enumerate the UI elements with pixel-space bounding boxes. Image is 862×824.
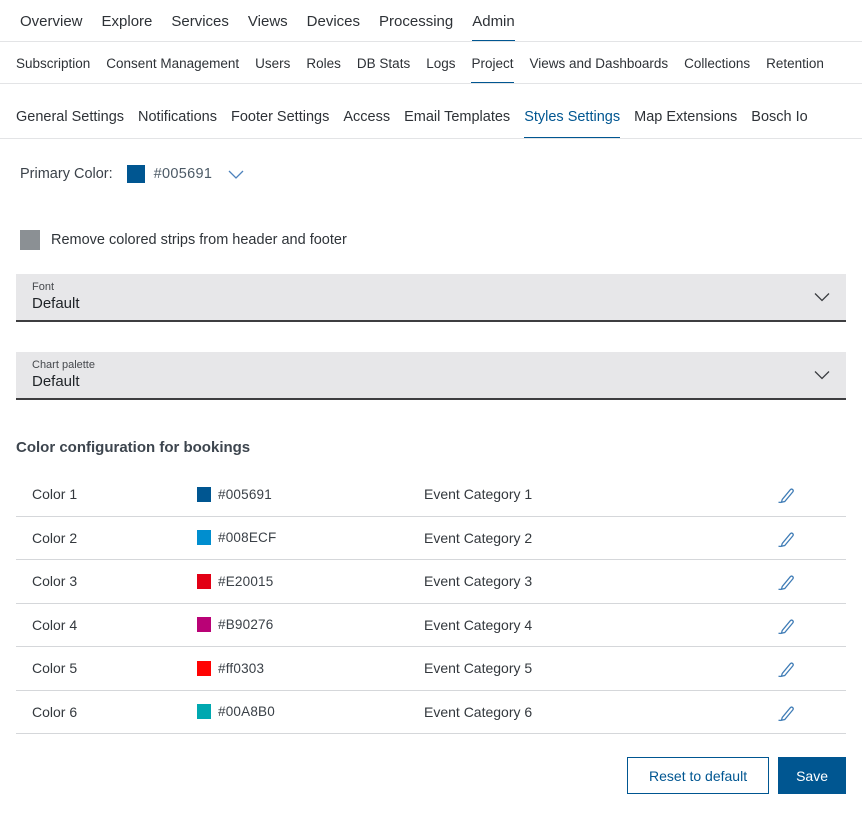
form-actions: Reset to default Save [0,757,846,794]
tab-bosch-io[interactable]: Bosch Io [751,109,807,138]
primary-color-swatch[interactable] [127,165,145,183]
pencil-icon [776,702,796,722]
tab-users[interactable]: Users [255,56,290,83]
chevron-down-icon [814,371,830,380]
color-name: Color 6 [32,704,197,720]
color-name: Color 3 [32,573,197,589]
font-select[interactable]: Font Default [16,274,846,322]
color-swatch [197,661,211,676]
tab-roles[interactable]: Roles [306,56,341,83]
color-swatch [197,617,211,632]
nav-processing[interactable]: Processing [379,13,453,41]
tab-consent-management[interactable]: Consent Management [106,56,239,83]
color-swatch [197,530,211,545]
edit-color-button[interactable] [726,526,846,550]
save-button[interactable]: Save [778,757,846,794]
color-hex: #B90276 [218,617,273,632]
chart-palette-select-value: Default [32,373,802,390]
chart-palette-select[interactable]: Chart palette Default [16,352,846,400]
chart-palette-select-label: Chart palette [32,359,802,371]
tab-logs[interactable]: Logs [426,56,455,83]
tab-notifications[interactable]: Notifications [138,109,217,138]
tab-collections[interactable]: Collections [684,56,750,83]
tab-project[interactable]: Project [471,56,513,83]
tab-subscription[interactable]: Subscription [16,56,90,83]
table-row: Color 6 #00A8B0 Event Category 6 [16,691,846,735]
edit-color-button[interactable] [726,482,846,506]
edit-color-button[interactable] [726,700,846,724]
color-value-cell: #B90276 [197,617,424,632]
bookings-heading: Color configuration for bookings [16,439,862,456]
tab-general-settings[interactable]: General Settings [16,109,124,138]
primary-nav: Overview Explore Services Views Devices … [0,0,862,42]
font-select-value: Default [32,295,802,312]
nav-admin[interactable]: Admin [472,13,515,41]
table-row: Color 2 #008ECF Event Category 2 [16,517,846,561]
nav-explore[interactable]: Explore [102,13,153,41]
color-name: Color 4 [32,617,197,633]
table-row: Color 5 #ff0303 Event Category 5 [16,647,846,691]
nav-services[interactable]: Services [171,13,229,41]
edit-color-button[interactable] [726,613,846,637]
color-name: Color 1 [32,486,197,502]
color-name: Color 5 [32,660,197,676]
font-select-label: Font [32,281,802,293]
table-row: Color 3 #E20015 Event Category 3 [16,560,846,604]
color-hex: #ff0303 [218,661,264,676]
event-category: Event Category 6 [424,704,714,720]
color-value-cell: #ff0303 [197,661,424,676]
color-hex: #005691 [218,487,272,502]
table-row: Color 1 #005691 Event Category 1 [16,473,846,517]
tab-footer-settings[interactable]: Footer Settings [231,109,329,138]
nav-views[interactable]: Views [248,13,288,41]
tab-db-stats[interactable]: DB Stats [357,56,410,83]
chevron-down-icon [814,293,830,302]
color-name: Color 2 [32,530,197,546]
color-swatch [197,487,211,502]
color-value-cell: #005691 [197,487,424,502]
color-value-cell: #E20015 [197,574,424,589]
admin-nav: Subscription Consent Management Users Ro… [0,42,862,84]
remove-strips-checkbox[interactable] [20,230,40,250]
event-category: Event Category 2 [424,530,714,546]
tab-email-templates[interactable]: Email Templates [404,109,510,138]
color-value-cell: #00A8B0 [197,704,424,719]
primary-color-label: Primary Color: [20,166,113,182]
color-value-cell: #008ECF [197,530,424,545]
pencil-icon [776,528,796,548]
table-row: Color 4 #B90276 Event Category 4 [16,604,846,648]
pencil-icon [776,658,796,678]
tab-map-extensions[interactable]: Map Extensions [634,109,737,138]
event-category: Event Category 3 [424,573,714,589]
color-swatch [197,704,211,719]
tab-views-and-dashboards[interactable]: Views and Dashboards [530,56,669,83]
color-hex: #008ECF [218,530,276,545]
event-category: Event Category 4 [424,617,714,633]
tab-retention[interactable]: Retention [766,56,824,83]
nav-overview[interactable]: Overview [20,13,83,41]
primary-color-row: Primary Color: #005691 [20,165,862,183]
pencil-icon [776,484,796,504]
edit-color-button[interactable] [726,656,846,680]
tab-styles-settings[interactable]: Styles Settings [524,109,620,138]
remove-strips-row: Remove colored strips from header and fo… [20,230,862,250]
color-hex: #00A8B0 [218,704,275,719]
edit-color-button[interactable] [726,569,846,593]
event-category: Event Category 5 [424,660,714,676]
pencil-icon [776,615,796,635]
reset-to-default-button[interactable]: Reset to default [627,757,769,794]
bookings-color-table: Color 1 #005691 Event Category 1 Color 2… [16,473,846,734]
color-hex: #E20015 [218,574,273,589]
remove-strips-label: Remove colored strips from header and fo… [51,232,347,248]
pencil-icon [776,571,796,591]
primary-color-value: #005691 [154,166,213,182]
chevron-down-icon[interactable] [228,170,244,179]
tab-access[interactable]: Access [343,109,390,138]
project-settings-nav: General Settings Notifications Footer Se… [0,84,862,139]
color-swatch [197,574,211,589]
nav-devices[interactable]: Devices [307,13,360,41]
event-category: Event Category 1 [424,486,714,502]
